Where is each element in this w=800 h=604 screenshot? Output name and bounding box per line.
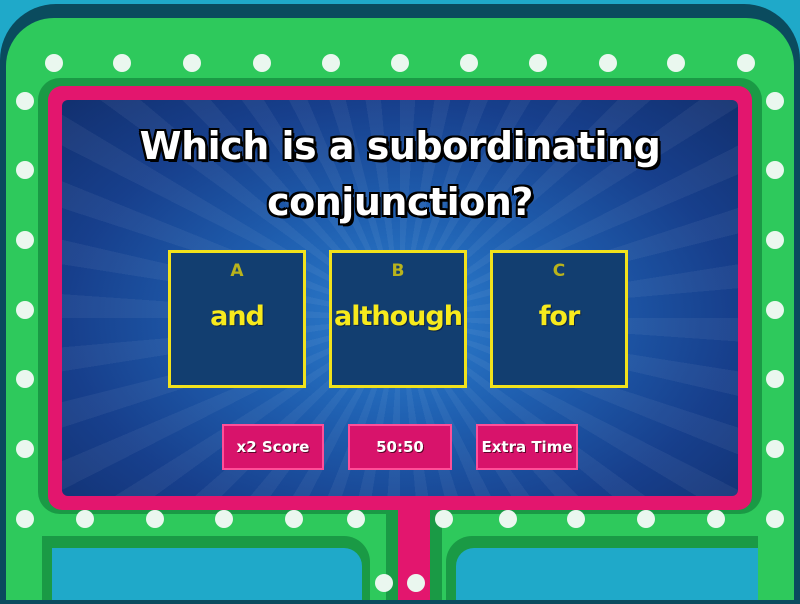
answer-letter: C	[552, 261, 566, 281]
marquee-light-dot	[529, 54, 547, 72]
marquee-light-dot	[667, 54, 685, 72]
marquee-light-dot	[16, 370, 34, 388]
question-text: Which is a subordinating conjunction?	[0, 118, 800, 230]
marquee-light-dot	[16, 301, 34, 319]
marquee-light-dot	[285, 510, 303, 528]
marquee-light-dot	[322, 54, 340, 72]
marquee-light-dot	[766, 301, 784, 319]
marquee-light-dot	[766, 510, 784, 528]
marquee-light-dot	[499, 510, 517, 528]
answer-text: and	[210, 301, 265, 332]
marquee-light-dot	[407, 574, 425, 592]
answer-text: although	[334, 301, 463, 332]
question-line-2: conjunction?	[267, 180, 533, 224]
marquee-light-dot	[16, 510, 34, 528]
marquee-light-dot	[737, 54, 755, 72]
frame-bottom-right-inner	[456, 548, 758, 600]
marquee-light-dot	[146, 510, 164, 528]
marquee-light-dot	[435, 510, 453, 528]
marquee-light-dot	[567, 510, 585, 528]
marquee-light-dot	[766, 231, 784, 249]
marquee-light-dot	[16, 440, 34, 458]
marquee-light-dot	[215, 510, 233, 528]
answer-option-a[interactable]: A and	[168, 250, 306, 388]
double-score-button[interactable]: x2 Score	[222, 424, 324, 470]
extra-time-button[interactable]: Extra Time	[476, 424, 578, 470]
marquee-light-dot	[766, 92, 784, 110]
marquee-light-dot	[766, 370, 784, 388]
marquee-light-dot	[375, 574, 393, 592]
marquee-light-dot	[391, 54, 409, 72]
question-line-1: Which is a subordinating	[139, 124, 661, 168]
answer-option-b[interactable]: B although	[329, 250, 467, 388]
frame-bottom-left-inner	[52, 548, 362, 600]
marquee-light-dot	[599, 54, 617, 72]
answer-text: for	[538, 301, 581, 332]
marquee-light-dot	[766, 440, 784, 458]
answer-letter: B	[391, 261, 405, 281]
marquee-light-dot	[253, 54, 271, 72]
answer-letter: A	[230, 261, 244, 281]
marquee-light-dot	[347, 510, 365, 528]
marquee-light-dot	[707, 510, 725, 528]
marquee-light-dot	[637, 510, 655, 528]
answer-option-c[interactable]: C for	[490, 250, 628, 388]
marquee-light-dot	[113, 54, 131, 72]
marquee-light-dot	[183, 54, 201, 72]
fifty-fifty-button[interactable]: 50:50	[348, 424, 452, 470]
marquee-light-dot	[460, 54, 478, 72]
marquee-light-dot	[16, 231, 34, 249]
marquee-light-dot	[45, 54, 63, 72]
marquee-light-dot	[76, 510, 94, 528]
marquee-light-dot	[16, 92, 34, 110]
